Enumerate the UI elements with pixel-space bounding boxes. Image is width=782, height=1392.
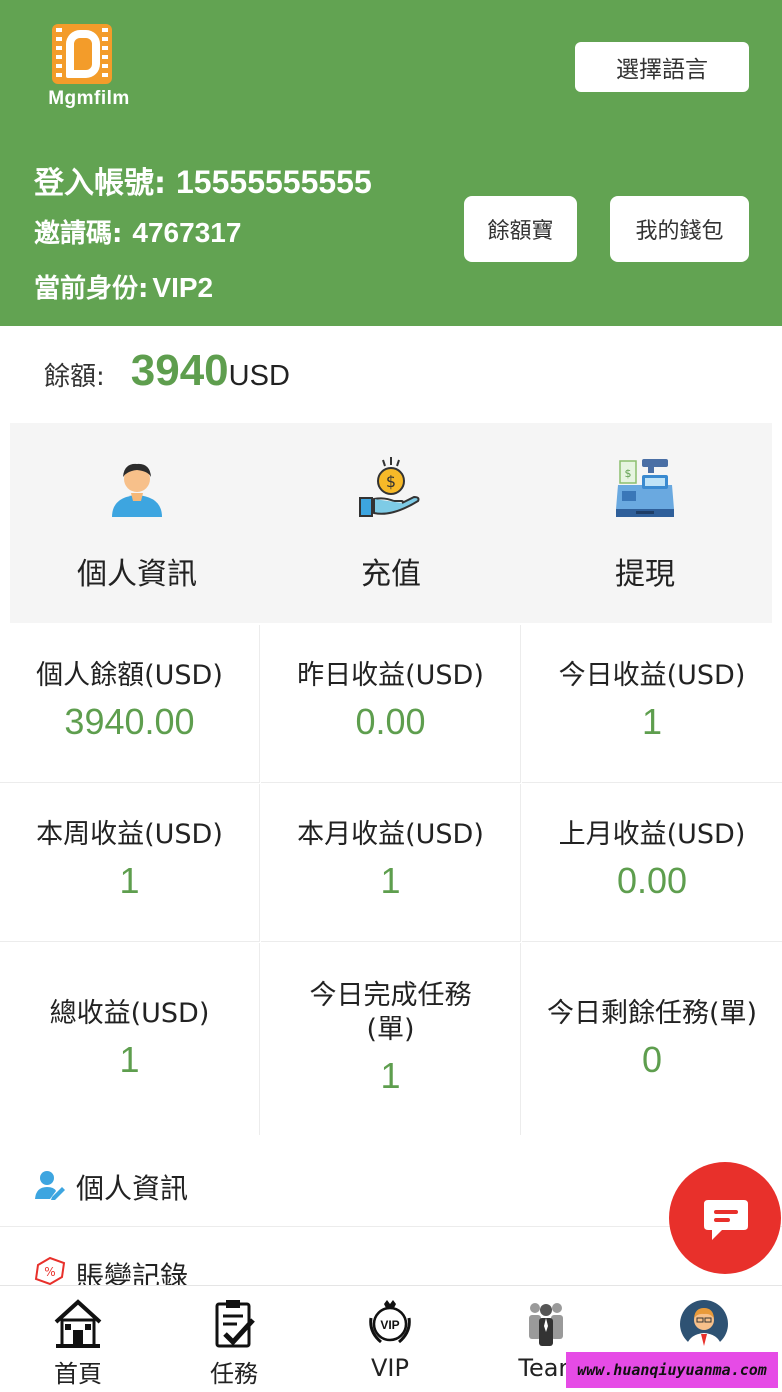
profile-header: Mgmfilm 選擇語言 登入帳號: 15555555555 邀請碼: 476731… [0,0,782,326]
stat-label: 上月收益(USD) [558,819,746,850]
identity-value: VIP2 [152,272,214,303]
stat-today-remaining-tasks: 今日剩餘任務(單) 0 [522,943,782,1135]
quick-action-profile[interactable]: 個人資訊 [10,423,264,623]
nav-vip[interactable]: VIP VIP [312,1286,468,1392]
svg-text:$: $ [386,472,396,491]
balance-value: 3940 [130,346,229,395]
chat-bubble-icon [704,1200,748,1240]
menu-item-label: 賬變記錄 [76,1260,189,1285]
stat-label: 個人餘額(USD) [36,660,223,691]
user-edit-icon [35,1171,65,1200]
stat-value: 1 [641,701,663,742]
cash-register-icon: $ [616,459,674,517]
stat-label: 今日收益(USD) [558,660,746,691]
svg-text:%: % [44,1265,55,1279]
stat-value: 0.00 [355,701,426,742]
stat-today-completed-tasks: 今日完成任務(單) 1 [261,943,521,1135]
quick-actions: 個人資訊 $ 充值 $ 提現 [10,423,772,623]
earnings-stats-grid: 個人餘額(USD) 3940.00 昨日收益(USD) 0.00 今日收益(US… [0,625,782,1135]
stat-label: 昨日收益(USD) [297,660,484,691]
balance-unit: USD [228,360,290,392]
brand-logo: Mgmfilm [34,22,144,114]
stat-value: 1 [380,1055,401,1096]
stat-total-earnings: 總收益(USD) 1 [0,943,260,1135]
yuebao-button[interactable]: 餘額寶 [464,196,577,262]
account-label: 登入帳號: [34,166,166,201]
quick-action-withdraw[interactable]: $ 提現 [518,423,772,623]
team-icon [529,1303,563,1346]
quick-action-recharge-label: 充值 [361,557,421,592]
balance-label: 餘額: [44,362,105,392]
stat-today-earnings: 今日收益(USD) 1 [522,625,782,783]
nav-tasks[interactable]: 任務 [156,1286,312,1392]
stat-label: 今日完成任務(單) [309,980,472,1045]
stat-yesterday-earnings: 昨日收益(USD) 0.00 [261,625,521,783]
balance-summary: 餘額: 3940 USD [44,346,290,406]
user-avatar-icon [112,463,162,517]
stat-personal-balance: 個人餘額(USD) 3940.00 [0,625,260,783]
svg-text:$: $ [625,467,632,480]
stat-value: 1 [119,860,140,901]
stat-value: 0.00 [616,860,688,901]
stat-value: 3940.00 [64,701,195,742]
chat-support-button[interactable] [669,1162,781,1274]
stat-value: 0 [641,1039,663,1080]
menu-item-label: 個人資訊 [76,1172,189,1205]
stat-value: 1 [119,1039,140,1080]
invite-code-label: 邀請碼: [34,219,123,249]
stat-label: 本月收益(USD) [297,819,484,850]
task-clipboard-icon [215,1300,255,1348]
my-wallet-button[interactable]: 我的錢包 [610,196,749,262]
menu-item-personal-info[interactable]: 個人資訊 [0,1147,782,1227]
invite-code-line: 邀請碼: 4767317 [34,213,241,250]
profile-avatar-icon [680,1300,728,1350]
menu-item-account-changes[interactable]: % 賬變記錄 [0,1227,782,1285]
invite-code-value: 4767317 [132,217,242,248]
nav-home-label: 首頁 [54,1360,102,1388]
coin-hand-icon: $ [359,457,420,517]
nav-vip-label: VIP [371,1354,409,1382]
stat-label: 今日剩餘任務(單) [546,998,758,1029]
stat-label: 總收益(USD) [49,998,210,1029]
identity-line: 當前身份: VIP2 [34,268,213,305]
quick-action-withdraw-label: 提現 [615,557,675,592]
stat-week-earnings: 本周收益(USD) 1 [0,784,260,942]
home-icon [54,1299,102,1348]
select-language-button[interactable]: 選擇語言 [575,42,749,92]
site-watermark: www.huanqiuyuanma.com [566,1352,778,1388]
vip-badge-icon: VIP [369,1300,411,1344]
discount-tag-icon: % [34,1256,66,1285]
quick-action-profile-label: 個人資訊 [77,557,197,592]
stat-value: 1 [380,860,401,901]
stat-last-month-earnings: 上月收益(USD) 0.00 [522,784,782,942]
svg-text:VIP: VIP [380,1318,399,1332]
account-line: 登入帳號: 15555555555 [34,158,372,202]
nav-tasks-label: 任務 [210,1360,258,1388]
quick-action-recharge[interactable]: $ 充值 [264,423,518,623]
nav-home[interactable]: 首頁 [0,1286,156,1392]
stat-month-earnings: 本月收益(USD) 1 [261,784,521,942]
account-value: 15555555555 [176,164,372,200]
brand-name: Mgmfilm [48,88,130,109]
identity-label: 當前身份: [34,274,149,304]
film-logo-icon [52,24,112,84]
stat-label: 本周收益(USD) [36,819,223,850]
